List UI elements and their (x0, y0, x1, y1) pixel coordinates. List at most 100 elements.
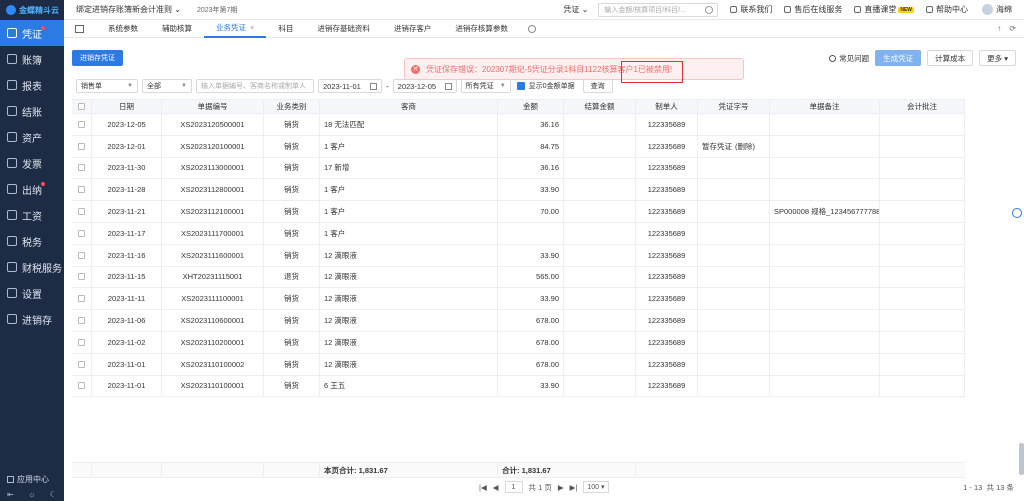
after-sales-link[interactable]: 售后在线服务 (784, 4, 842, 15)
sidebar-item-11[interactable]: 进销存 (0, 306, 64, 332)
inventory-voucher-button[interactable]: 进销存凭证 (72, 50, 123, 66)
faq-link[interactable]: 常见问题 (829, 53, 869, 64)
sun-icon[interactable]: ☼ (28, 490, 35, 499)
row-checkbox[interactable] (78, 360, 85, 368)
sidebar-item-3[interactable]: 结账 (0, 98, 64, 124)
tab-6[interactable]: 进销存核算参数 (443, 20, 520, 38)
row-checkbox[interactable] (78, 338, 85, 346)
row-checkbox[interactable] (78, 295, 85, 303)
search-type-select[interactable]: 凭证 ⌄ (553, 4, 598, 15)
contact-us-link[interactable]: 联系我们 (730, 4, 772, 15)
arrow-up-icon[interactable]: ↑ (997, 24, 1001, 33)
row-checkbox[interactable] (78, 142, 85, 150)
close-icon[interactable]: × (250, 23, 254, 32)
sidebar-item-2[interactable]: 报表 (0, 72, 64, 98)
more-tabs-icon[interactable] (527, 24, 536, 33)
header-category[interactable]: 业务类别 (264, 100, 320, 113)
tab-3[interactable]: 科目 (266, 20, 305, 38)
sidebar-item-7[interactable]: 工资 (0, 202, 64, 228)
next-page-button[interactable]: ▶ (558, 483, 564, 492)
last-page-button[interactable]: ▶| (570, 483, 578, 492)
header-doc-note[interactable]: 单据备注 (770, 100, 880, 113)
row-checkbox[interactable] (78, 120, 85, 128)
first-page-button[interactable]: |◀ (479, 483, 487, 492)
sidebar-item-0[interactable]: 凭证 (0, 20, 64, 46)
table-row[interactable]: 2023-11-30 XS2023113000001 销货 17 新增 36.16 122… (72, 157, 965, 180)
header-maker[interactable]: 制单人 (636, 100, 698, 113)
calendar-icon[interactable] (444, 82, 452, 90)
voucher-status-select[interactable]: 所有凭证 ▼ (460, 79, 511, 93)
date-from-input[interactable]: 2023-11-01 (318, 79, 382, 93)
table-row[interactable]: 2023-12-01 XS2023120100001 销货 1 客户 84.75 1223… (72, 135, 965, 158)
help-center-link[interactable]: 帮助中心 (926, 4, 968, 15)
tab-1[interactable]: 辅助核算 (150, 20, 204, 38)
prev-page-button[interactable]: ◀ (493, 483, 499, 492)
row-checkbox[interactable] (78, 382, 85, 390)
calculate-cost-button[interactable]: 计算成本 (927, 50, 974, 66)
tab-0[interactable]: 系统参数 (96, 20, 150, 38)
doc-search-input[interactable]: 输入单据编号、客商名称或制单人 (196, 79, 314, 93)
row-checkbox[interactable] (78, 273, 85, 281)
header-doc-no[interactable]: 单据编号 (162, 100, 264, 113)
sidebar-item-1[interactable]: 账簿 (0, 46, 64, 72)
query-button[interactable]: 查询 (582, 79, 613, 93)
sidebar-item-9[interactable]: 财税服务 (0, 254, 64, 280)
table-row[interactable]: 2023-11-28 XS2023112800001 销货 1 客户 33.90 1223… (72, 179, 965, 202)
row-checkbox[interactable] (78, 186, 85, 194)
generate-voucher-button[interactable]: 生成凭证 (875, 50, 922, 66)
sidebar-item-10[interactable]: 设置 (0, 280, 64, 306)
header-date[interactable]: 日期 (92, 100, 162, 113)
more-button[interactable]: 更多 ▾ (979, 50, 1016, 66)
calendar-icon[interactable] (370, 82, 377, 90)
page-size-select[interactable]: 100 ▾ (583, 481, 609, 493)
refresh-icon[interactable]: ⟳ (1009, 24, 1016, 33)
doc-type-select[interactable]: 销售单 ▼ (76, 79, 138, 93)
sidebar-item-6[interactable]: 出纳 (0, 176, 64, 202)
sidebar-item-4[interactable]: 资产 (0, 124, 64, 150)
header-voucher-no[interactable]: 凭证字号 (698, 100, 770, 113)
page-number-input[interactable]: 1 (504, 481, 523, 493)
scope-select[interactable]: 全部 ▼ (142, 79, 192, 93)
chat-icon[interactable] (1012, 208, 1022, 218)
table-row[interactable]: 2023-11-01 XS2023110100002 销货 12 滴眼液 678.00 1… (72, 353, 965, 376)
avatar[interactable] (982, 4, 993, 15)
moon-icon[interactable]: ☾ (50, 490, 57, 499)
app-center-button[interactable]: 应用中心 (0, 471, 64, 487)
row-checkbox[interactable] (78, 251, 85, 259)
table-row[interactable]: 2023-11-17 XS2023111700001 销货 1 客户 122335689 (72, 222, 965, 245)
header-audit-note[interactable]: 会计批注 (880, 100, 965, 113)
delete-voucher-link[interactable]: (删除) (735, 141, 755, 152)
table-row[interactable]: 2023-11-16 XS2023111600001 销货 12 滴眼液 33.90 12… (72, 244, 965, 267)
row-checkbox[interactable] (78, 229, 85, 237)
sidebar-item-5[interactable]: 发票 (0, 150, 64, 176)
sidebar-item-8[interactable]: 税务 (0, 228, 64, 254)
row-checkbox[interactable] (78, 164, 85, 172)
search-icon[interactable] (705, 5, 714, 14)
scrollbar[interactable] (1019, 443, 1024, 475)
home-icon[interactable] (75, 24, 84, 33)
row-checkbox[interactable] (78, 317, 85, 325)
show-zero-checkbox[interactable] (516, 82, 525, 90)
table-row[interactable]: 2023-11-02 XS2023110200001 销货 12 滴眼液 678.00 1… (72, 331, 965, 354)
header-party[interactable]: 客商 (320, 100, 498, 113)
company-selector[interactable]: 绑定进销存账簿新会计准则 ⌄ (64, 4, 181, 15)
app-logo[interactable]: 金蝶精斗云 (0, 0, 64, 20)
tab-5[interactable]: 进销存客户 (382, 20, 444, 38)
live-class-link[interactable]: 直播课堂 NEW (854, 4, 914, 15)
select-all-checkbox[interactable] (78, 103, 85, 110)
table-row[interactable]: 2023-11-15 XHT20231115001 退货 12 滴眼液 565.00 12… (72, 266, 965, 289)
tab-4[interactable]: 进销存基础资料 (305, 20, 382, 38)
user-name[interactable]: 海绵 (996, 4, 1012, 15)
table-row[interactable]: 2023-11-11 XS2023111100001 销货 12 滴眼液 33.90 12… (72, 288, 965, 311)
row-checkbox[interactable] (78, 208, 85, 216)
table-row[interactable]: 2023-11-21 XS2023112100001 销货 1 客户 70.00 1223… (72, 201, 965, 223)
global-search-input[interactable]: 输入金额/核算项目/科目/... (598, 2, 719, 17)
header-settle[interactable]: 结算金额 (564, 100, 636, 113)
header-amount[interactable]: 金额 (498, 100, 564, 113)
tab-2[interactable]: 业务凭证 × (204, 20, 267, 38)
table-row[interactable]: 2023-12-05 XS2023120500001 销货 18 无法匹配 36.16 1… (72, 114, 965, 136)
table-row[interactable]: 2023-11-01 XS2023110100001 销货 6 王五 33.90 1223… (72, 375, 965, 398)
collapse-icon[interactable]: ⇤ (7, 490, 14, 499)
table-row[interactable]: 2023-11-06 XS2023110600001 销货 12 滴眼液 678.00 1… (72, 310, 965, 332)
date-to-input[interactable]: 2023-12-05 (392, 79, 457, 93)
